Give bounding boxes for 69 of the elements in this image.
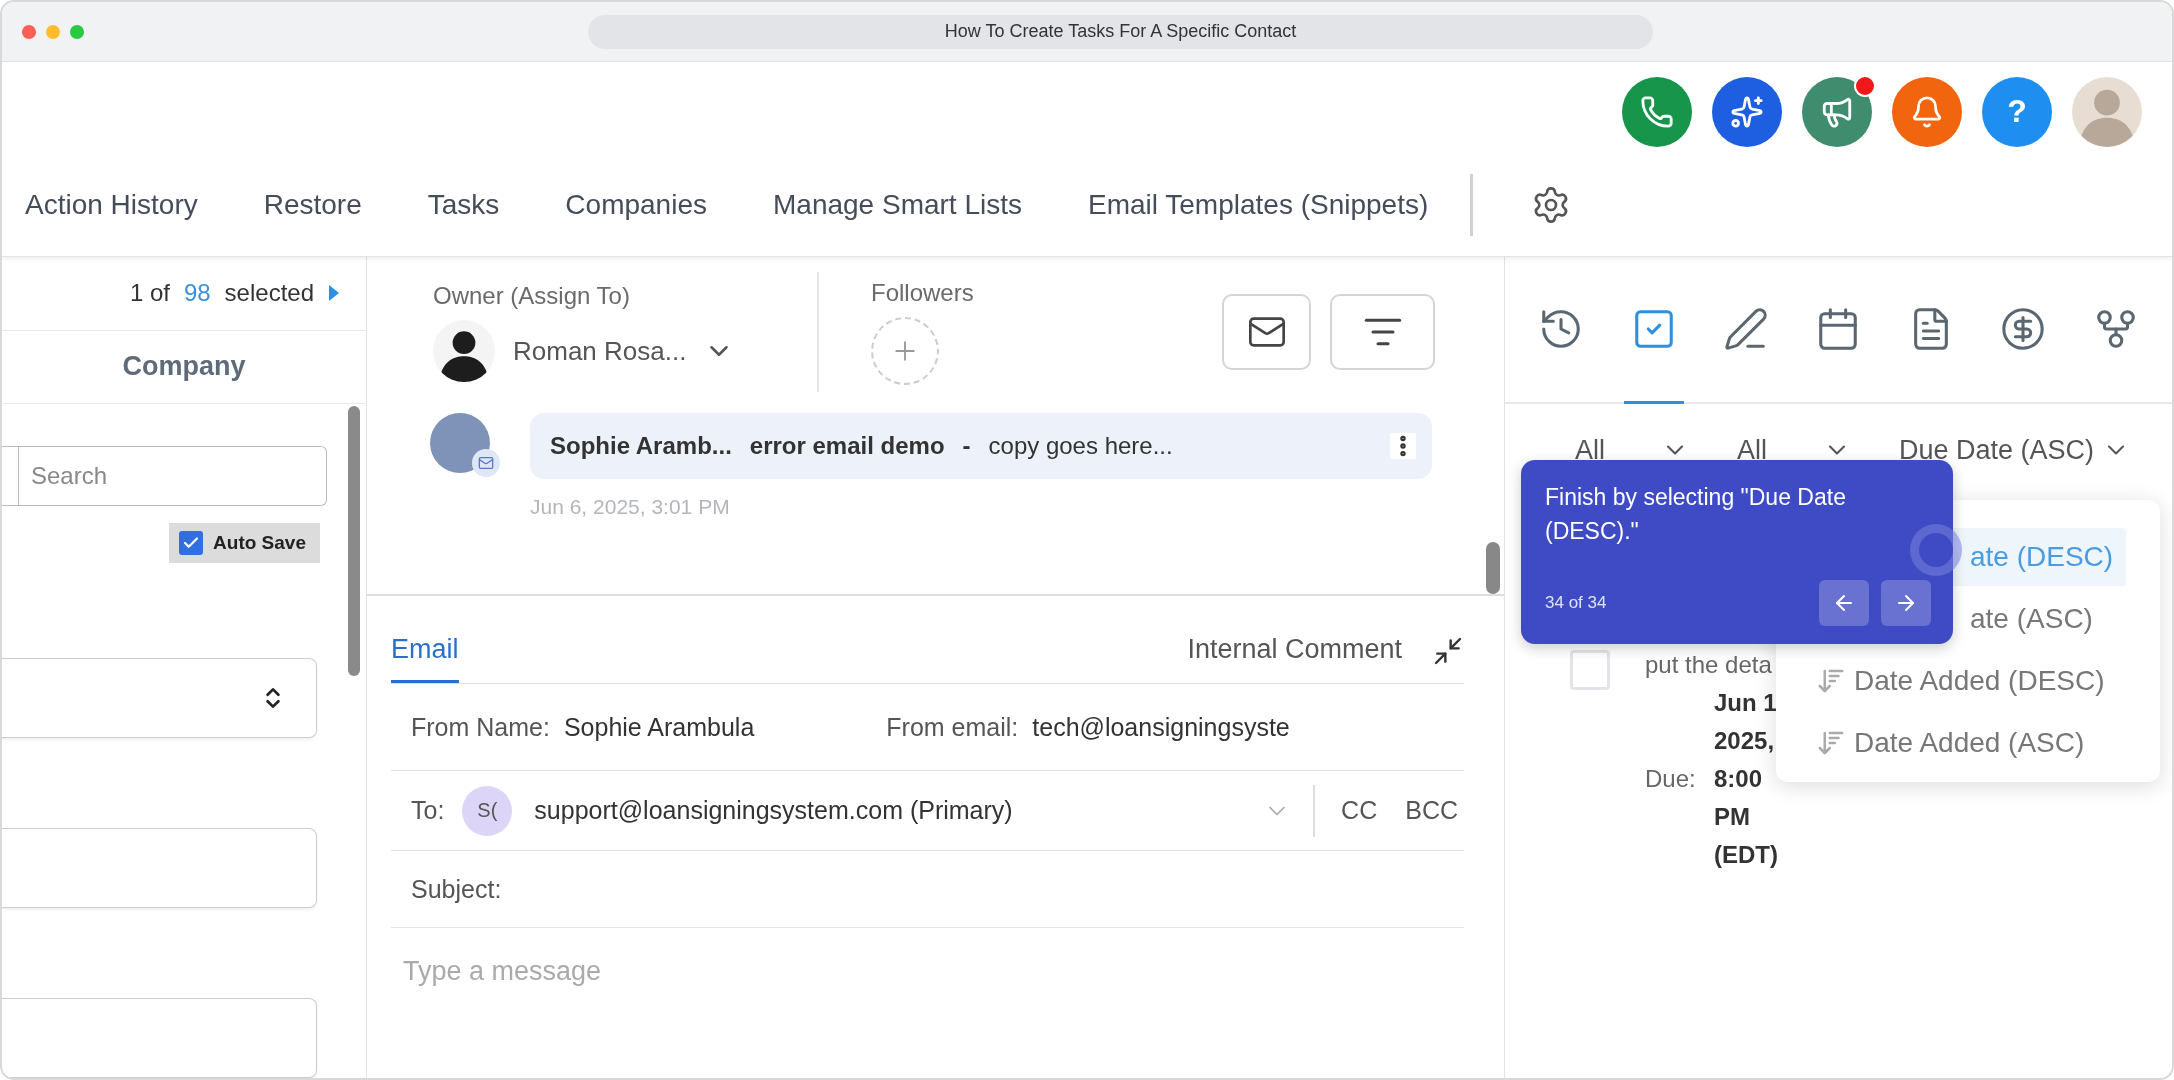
mail-icon [472, 449, 500, 477]
nav-link[interactable]: Manage Smart Lists [773, 188, 1022, 221]
select-field[interactable] [2, 658, 317, 738]
email-button[interactable] [1222, 294, 1311, 370]
recipient-email: support@loansigningsystem.com (Primary) [534, 796, 1013, 825]
pencil-icon [1723, 306, 1770, 352]
due-date: (EDT) [1714, 840, 1778, 870]
window-close-control[interactable] [22, 24, 36, 39]
composer-tab[interactable]: Email [391, 619, 459, 683]
due-date: 2025, [1714, 726, 1776, 756]
filter-dropdown[interactable]: All [1737, 434, 1852, 466]
bell-icon [1910, 94, 1944, 129]
message-subject: error email demo [749, 432, 945, 460]
task-checkbox[interactable] [1570, 650, 1610, 690]
tour-step: 34 of 34 [1545, 593, 1607, 613]
task-text: put the deta [1645, 650, 1773, 680]
message-time: Jun 6, 2025, 3:01 PM [529, 495, 731, 519]
column-header: Company [122, 351, 246, 383]
sort-option[interactable]: Date Added (DESC) [1816, 652, 2126, 710]
more-icon[interactable] [1390, 433, 1416, 459]
to-label: To: [411, 796, 445, 825]
from-email-label: From email: [886, 712, 1019, 742]
filter-button[interactable] [1330, 294, 1435, 370]
total-count: 98 [183, 279, 211, 308]
due-date: 8:00 [1714, 764, 1764, 794]
due-date: Jun 1 [1714, 688, 1778, 718]
dollar-icon [2000, 306, 2047, 352]
due-label: Due: [1645, 764, 1697, 794]
scrollbar[interactable] [348, 406, 360, 676]
tour-text: Finish by selecting "Due Date (DESC)." [1545, 483, 1847, 546]
subject-label: Subject: [411, 874, 502, 904]
filter-dropdown[interactable]: Due Date (ASC) [1899, 434, 2131, 466]
from-name-label: From Name: [411, 712, 550, 742]
due-date: PM [1714, 802, 1751, 832]
owner-label: Owner (Assign To) [433, 282, 631, 310]
auto-save-checkbox[interactable]: Auto Save [169, 523, 320, 563]
recipient-initials: S( [462, 785, 513, 836]
message-preview: copy goes here... [988, 432, 1173, 460]
nav-link[interactable]: Companies [565, 188, 707, 221]
filter-dropdown[interactable]: All [1575, 434, 1689, 466]
window-title: How To Create Tasks For A Specific Contact [588, 14, 1653, 49]
next-button[interactable] [1881, 580, 1931, 626]
sparkle-icon [1730, 94, 1764, 129]
sort-option[interactable]: Date Added (ASC) [1816, 714, 2126, 772]
selection-label: selected [224, 279, 314, 308]
nav-link[interactable]: Tasks [427, 188, 500, 221]
text-field[interactable] [2, 828, 317, 908]
sort-option[interactable]: ate (ASC) [1870, 590, 2126, 648]
nav-link[interactable]: Action History [25, 188, 198, 221]
from-email: tech@loansigningsyste [1032, 712, 1290, 742]
from-name: Sophie Arambula [563, 712, 755, 742]
window-zoom-control[interactable] [70, 24, 84, 39]
composer-tab[interactable]: Internal Comment [1187, 619, 1402, 683]
next-icon[interactable] [328, 284, 340, 303]
separator: - [962, 432, 971, 460]
search-field[interactable]: Search [19, 446, 327, 506]
selection-count: 1 of [129, 279, 170, 308]
previous-button[interactable] [1819, 580, 1869, 626]
message-sender: Sophie Aramb... [550, 432, 732, 460]
bcc-link[interactable]: BCC [1405, 796, 1458, 825]
phone-icon [1640, 94, 1674, 129]
nav-link[interactable]: Email Templates (Snippets) [1088, 188, 1429, 221]
scrollbar[interactable] [1486, 542, 1500, 594]
owner-name: Roman Rosa... [513, 335, 687, 367]
followers-label: Followers [871, 279, 974, 307]
field-segment [2, 446, 19, 506]
text-field[interactable] [2, 998, 317, 1078]
nav-link[interactable]: Restore [263, 188, 362, 221]
cc-link[interactable]: CC [1341, 796, 1378, 825]
